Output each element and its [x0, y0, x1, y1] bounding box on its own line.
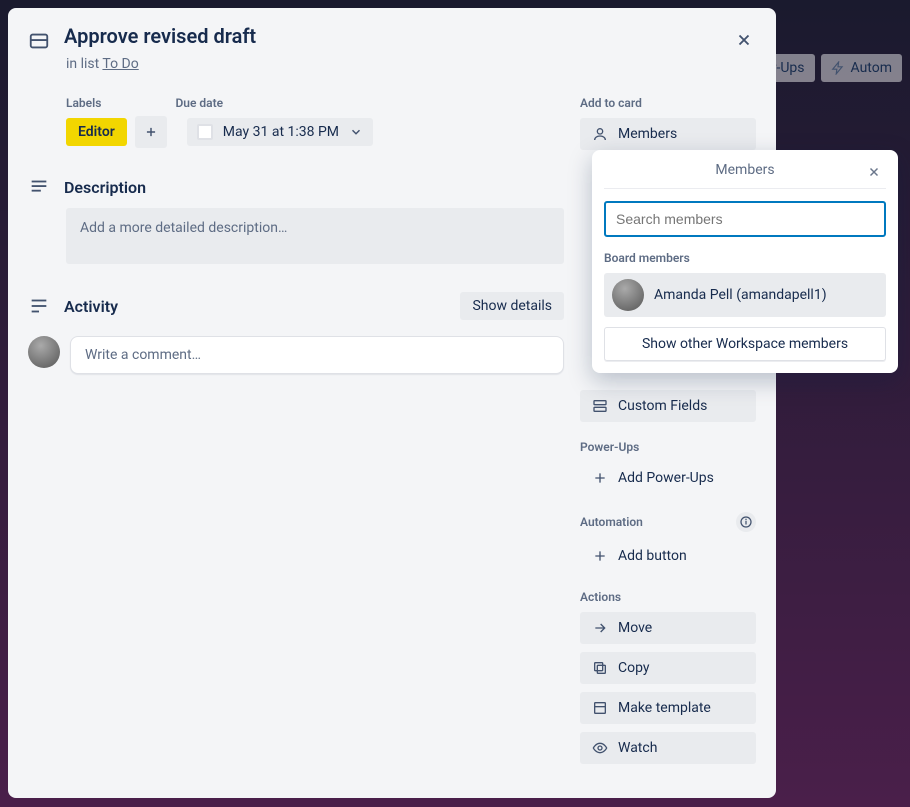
template-icon [592, 700, 608, 716]
make-template-label: Make template [618, 700, 711, 716]
automation-heading: Automation [580, 515, 643, 529]
members-label: Members [618, 126, 677, 142]
members-popover: Members Board members Amanda Pell (amand… [592, 150, 898, 373]
card-list-info: in list To Do [66, 56, 564, 72]
activity-header: Activity Show details [28, 292, 564, 320]
bg-automation-label: Autom [851, 60, 892, 76]
make-template-button[interactable]: Make template [580, 692, 756, 724]
eye-icon [592, 740, 608, 756]
custom-fields-button[interactable]: Custom Fields [580, 390, 756, 422]
due-complete-checkbox[interactable] [197, 124, 213, 140]
card-header: Approve revised draft [28, 24, 564, 52]
close-modal-button[interactable] [728, 24, 760, 56]
powerups-heading: Power-Ups [580, 440, 756, 454]
arrow-right-icon [592, 620, 608, 636]
board-members-heading: Board members [604, 251, 886, 265]
popover-header: Members [604, 162, 886, 189]
move-button[interactable]: Move [580, 612, 756, 644]
add-button-label: Add button [618, 548, 687, 564]
activity-icon [28, 295, 50, 317]
add-to-card-heading: Add to card [580, 96, 756, 110]
due-date-button[interactable]: May 31 at 1:38 PM [187, 118, 373, 146]
members-search-input[interactable] [604, 201, 886, 237]
custom-fields-label: Custom Fields [618, 398, 707, 414]
close-icon [735, 31, 753, 49]
description-heading: Description [64, 178, 146, 197]
move-label: Move [618, 620, 652, 636]
watch-label: Watch [618, 740, 657, 756]
due-date-text: May 31 at 1:38 PM [223, 124, 339, 140]
comment-input[interactable]: Write a comment… [70, 336, 564, 374]
chevron-down-icon [349, 125, 363, 139]
card-modal: Approve revised draft in list To Do Labe… [8, 8, 776, 798]
info-icon [740, 516, 752, 528]
in-list-prefix: in list [66, 56, 102, 72]
card-title[interactable]: Approve revised draft [64, 24, 256, 48]
bg-automation-button[interactable]: Autom [821, 54, 902, 82]
activity-heading: Activity [64, 297, 118, 316]
person-icon [592, 126, 608, 142]
add-powerups-button[interactable]: Add Power-Ups [580, 462, 756, 494]
labels-heading: Labels [66, 96, 101, 110]
show-other-workspace-button[interactable]: Show other Workspace members [604, 327, 886, 361]
actions-heading: Actions [580, 590, 756, 604]
member-avatar [612, 279, 644, 311]
description-header: Description [28, 176, 564, 198]
custom-fields-icon [592, 398, 608, 414]
list-link[interactable]: To Do [102, 56, 138, 72]
plus-icon [592, 470, 608, 486]
watch-button[interactable]: Watch [580, 732, 756, 764]
close-icon [867, 165, 881, 179]
automation-info-button[interactable] [736, 512, 756, 532]
add-powerups-label: Add Power-Ups [618, 470, 714, 486]
popover-close-button[interactable] [862, 160, 886, 184]
card-sidebar: Add to card Members Custom Fields Power-… [580, 24, 756, 778]
member-item[interactable]: Amanda Pell (amandapell1) [604, 273, 886, 317]
popover-title: Members [715, 162, 774, 178]
add-button-button[interactable]: Add button [580, 540, 756, 572]
show-details-button[interactable]: Show details [460, 292, 564, 320]
comment-row: Write a comment… [28, 336, 564, 374]
plus-icon [144, 125, 158, 139]
description-input[interactable]: Add a more detailed description… [66, 208, 564, 264]
member-name: Amanda Pell (amandapell1) [654, 287, 827, 303]
copy-label: Copy [618, 660, 650, 676]
add-label-button[interactable] [135, 116, 167, 148]
bolt-icon [831, 61, 845, 75]
label-chip-editor[interactable]: Editor [66, 118, 127, 146]
due-heading: Due date [175, 96, 223, 110]
labels-due-section: Labels Due date Editor May 31 at 1:38 PM [66, 96, 564, 148]
board-toolbar: er-Ups Autom [754, 50, 910, 86]
plus-icon [592, 548, 608, 564]
copy-button[interactable]: Copy [580, 652, 756, 684]
description-icon [28, 176, 50, 198]
card-main-column: Approve revised draft in list To Do Labe… [28, 24, 564, 778]
members-button[interactable]: Members [580, 118, 756, 150]
copy-icon [592, 660, 608, 676]
user-avatar[interactable] [28, 336, 60, 368]
card-icon [28, 30, 50, 52]
